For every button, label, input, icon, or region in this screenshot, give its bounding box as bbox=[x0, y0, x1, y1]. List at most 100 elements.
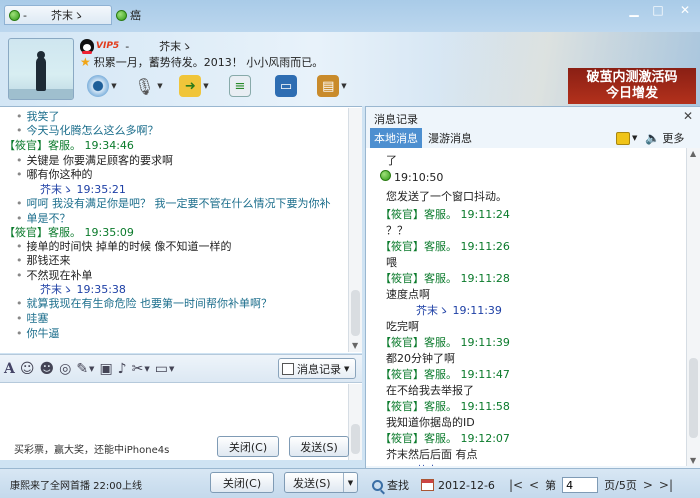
message-record-button[interactable]: 消息记录 ▼ bbox=[278, 358, 356, 379]
record-log: 了 19:10:50 您发送了一个窗口抖动。 【筱官】客服。 19:11:24 ？？ 【筱… bbox=[366, 148, 686, 466]
app-button[interactable]: ▤ ▼ bbox=[310, 72, 354, 100]
chevron-down-icon: ▼ bbox=[111, 82, 117, 90]
panel-close-icon[interactable]: ✕ bbox=[683, 109, 693, 123]
voice-call-button[interactable]: 🎙 ▼ bbox=[126, 72, 170, 100]
record-log-line: 在不给我去举报了 bbox=[386, 384, 474, 397]
chevron-down-icon: ▼ bbox=[341, 82, 347, 90]
tab-current-chat-label: 芥末ゝ bbox=[50, 9, 84, 22]
record-log-line: 芥末ゝ 19:11:39 bbox=[416, 304, 502, 317]
panel-title: 消息记录 bbox=[374, 113, 418, 126]
record-log-line: 速度点啊 bbox=[386, 288, 430, 301]
calendar-icon[interactable] bbox=[421, 479, 434, 491]
record-log-line: ？？ bbox=[386, 224, 408, 237]
more-tools-icon[interactable]: ▭ ▼ bbox=[155, 358, 175, 380]
close-button[interactable]: 关闭(C) bbox=[210, 472, 274, 493]
online-status-icon bbox=[116, 9, 127, 21]
close-window-button[interactable]: ✕ bbox=[670, 0, 700, 20]
webcam-icon bbox=[87, 75, 110, 97]
more-link[interactable]: 更多 bbox=[662, 130, 684, 146]
shake-icon[interactable]: ◎ bbox=[59, 358, 71, 380]
first-page-button[interactable]: |< bbox=[509, 478, 523, 492]
clock-icon bbox=[282, 362, 294, 375]
send-file-button[interactable]: ➜ ▼ bbox=[172, 72, 216, 100]
record-date[interactable]: 2012-12-6 bbox=[438, 479, 495, 492]
record-tools: ▼ 🔈 更多 bbox=[616, 130, 684, 146]
sms-button[interactable]: ≡ bbox=[218, 72, 262, 100]
record-log-line: 【筱官】客服。 19:11:26 bbox=[380, 240, 510, 253]
maximize-button[interactable]: □ bbox=[646, 0, 670, 20]
check-icon bbox=[380, 170, 391, 181]
chevron-down-icon[interactable]: ▼ bbox=[343, 473, 357, 492]
chat-scrollbar[interactable]: ▼ bbox=[348, 108, 362, 352]
promo-banner[interactable]: 破茧内测激活码 今日增发 bbox=[568, 68, 696, 104]
input-close-button[interactable]: 关闭(C) bbox=[217, 436, 279, 457]
chat-message-area: • 我笑了 • 今天马化腾怎么这么多啊？ 【筱官】客服。 19:34:46 • 关键是 你要… bbox=[0, 106, 362, 353]
chat-message-line: • 你牛逼 bbox=[16, 327, 60, 340]
star-icon: ★ bbox=[80, 55, 91, 69]
font-icon[interactable]: A bbox=[4, 358, 15, 380]
last-page-button[interactable]: >| bbox=[659, 478, 673, 492]
record-log-line: 【筱官】客服。 19:11:28 bbox=[380, 272, 510, 285]
record-log-line: 芥末然后后面 有点 bbox=[386, 448, 478, 461]
scissors-icon[interactable]: ✂ ▼ bbox=[132, 358, 150, 380]
export-icon[interactable] bbox=[616, 131, 630, 145]
tab-other-chat-label: 癌 bbox=[130, 9, 141, 22]
image-icon[interactable]: ▣ bbox=[99, 358, 112, 380]
record-log-line: 【筱官】客服。 19:11:58 bbox=[380, 400, 510, 413]
search-link[interactable]: 查找 bbox=[387, 477, 409, 493]
monitor-icon: ▭ bbox=[275, 75, 297, 97]
chat-message-line: • 那钱还来 bbox=[16, 254, 71, 267]
page-number-input[interactable] bbox=[562, 477, 599, 493]
chat-message-line: • 哪有你这种的 bbox=[16, 168, 93, 181]
record-log-line: 我知道你据岛的ID bbox=[386, 416, 475, 429]
vip-badge[interactable]: VIP5 bbox=[96, 41, 119, 51]
chevron-down-icon: ▼ bbox=[157, 82, 163, 90]
record-log-line: 【筱官】客服。 19:12:07 bbox=[380, 432, 510, 445]
tab-local-messages[interactable]: 本地消息 bbox=[370, 128, 422, 148]
pager: |< < 第 页/5页 > >| bbox=[509, 477, 673, 493]
chat-message-line: • 哇塞 bbox=[16, 312, 49, 325]
chevron-down-icon: ▼ bbox=[690, 456, 697, 465]
record-scrollbar[interactable]: ▲ ▼ bbox=[686, 148, 700, 466]
input-scrollbar[interactable] bbox=[348, 384, 362, 460]
folder-arrow-icon: ➜ bbox=[179, 75, 202, 97]
minimize-button[interactable]: ▁ bbox=[622, 0, 646, 20]
chat-message-line: • 就算我现在有生命危险 也要第一时间帮你补单啊？ bbox=[16, 297, 272, 310]
input-ad-text[interactable]: 买彩票，赢大奖，还能中iPhone4s bbox=[14, 441, 169, 456]
chevron-up-icon: ▲ bbox=[690, 149, 697, 158]
remote-assist-button[interactable]: ▭ bbox=[264, 72, 308, 100]
video-call-button[interactable]: ▼ bbox=[80, 72, 124, 100]
record-log-line: 【筱官】客服。 19:11:24 bbox=[380, 208, 510, 221]
record-log-line: 了 bbox=[386, 154, 397, 167]
record-footer: 查找 2012-12-6 |< < 第 页/5页 > >| bbox=[366, 474, 700, 496]
online-status-icon bbox=[9, 9, 20, 21]
microphone-icon: 🎙 bbox=[134, 76, 155, 96]
contact-name[interactable]: 芥末ゝ bbox=[159, 38, 192, 54]
record-log-line: 【筱官】客服。 19:11:39 bbox=[380, 336, 510, 349]
tab-other-chat[interactable]: 癌 bbox=[114, 5, 174, 25]
record-log-line: 您发送了一个窗口抖动。 bbox=[386, 190, 507, 203]
emoji-icon[interactable]: ☺ bbox=[20, 358, 35, 380]
record-log-line: 喂 bbox=[386, 256, 397, 269]
tab-current-chat[interactable]: - 芥末ゝ bbox=[4, 5, 112, 25]
message-list-icon: ≡ bbox=[229, 75, 251, 97]
chevron-down-icon: ▼ bbox=[344, 364, 350, 373]
record-log-line: 19:10:50 bbox=[380, 170, 443, 184]
doodle-icon[interactable]: ✎ ▼ bbox=[76, 358, 94, 380]
search-icon[interactable] bbox=[372, 479, 383, 491]
chat-message-line: • 呵呵 我没有满足你是吧？ 我一定要不管在什么情况下要为你补 bbox=[16, 197, 331, 210]
send-button[interactable]: 发送(S) ▼ bbox=[284, 472, 358, 493]
tab-roaming-messages[interactable]: 漫游消息 bbox=[422, 128, 478, 148]
announcement-link[interactable]: 康熙来了全网首播 22:00上线 bbox=[10, 477, 142, 492]
avatar[interactable] bbox=[8, 38, 74, 100]
record-log-line: 吃完啊 bbox=[386, 320, 419, 333]
music-icon[interactable]: ♪ bbox=[118, 358, 127, 380]
signature-text: 积累一月，蓄势待发。2013！ 小小风雨而已。 bbox=[93, 56, 324, 69]
speaker-icon[interactable]: 🔈 bbox=[645, 131, 660, 145]
next-page-button[interactable]: > bbox=[643, 478, 653, 492]
magic-face-icon[interactable]: ☻ bbox=[39, 358, 54, 380]
chevron-down-icon[interactable]: ▼ bbox=[632, 134, 637, 142]
input-send-button[interactable]: 发送(S) bbox=[289, 436, 349, 457]
record-log-line: 都20分钟了啊 bbox=[386, 352, 455, 365]
prev-page-button[interactable]: < bbox=[529, 478, 539, 492]
